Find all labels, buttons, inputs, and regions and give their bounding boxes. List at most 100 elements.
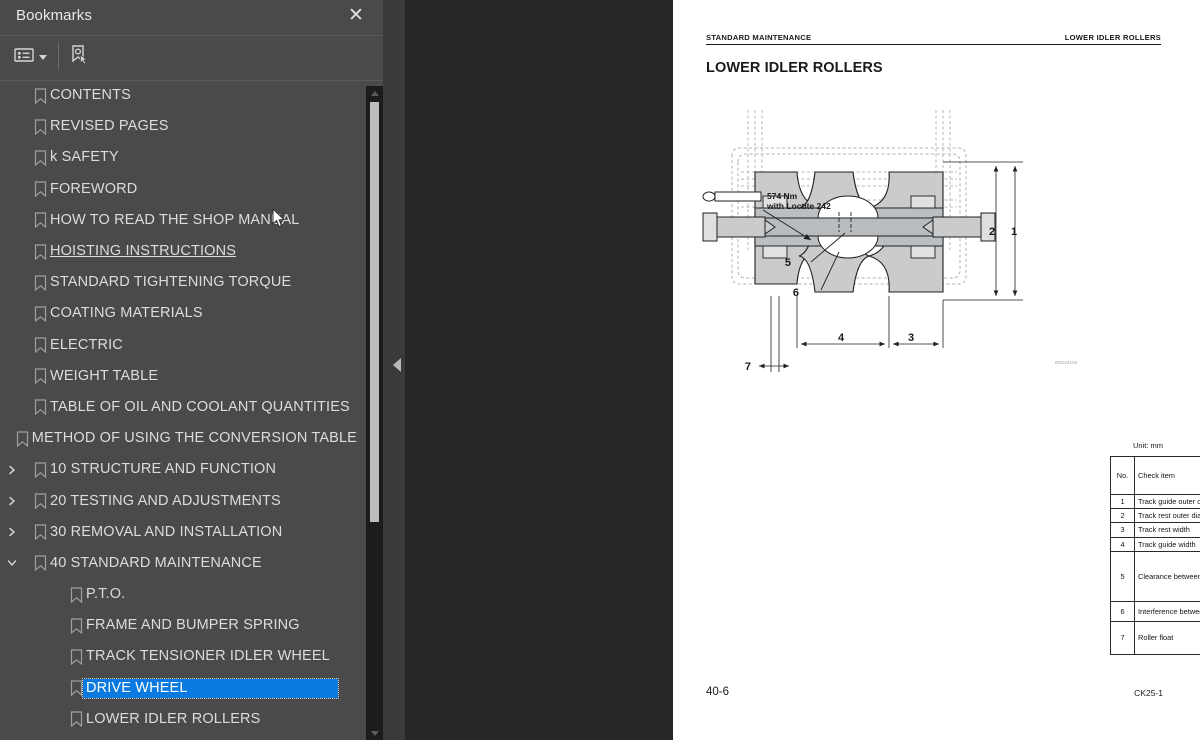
bookmark-item-contents[interactable]: CONTENTS	[0, 80, 360, 111]
bookmark-icon	[34, 87, 47, 104]
figure-callout-1: 1	[1011, 226, 1017, 238]
panel-splitter[interactable]	[389, 0, 405, 740]
row-item: Roller float	[1134, 621, 1200, 655]
bookmark-icon	[34, 150, 47, 166]
bookmark-item-frame-and-bumper-spring[interactable]: FRAME AND BUMPER SPRING	[0, 610, 360, 641]
bookmark-item-standard-tightening-torque[interactable]: STANDARD TIGHTENING TORQUE	[0, 267, 360, 298]
row-no: 3	[1110, 522, 1135, 538]
chevron-right-icon[interactable]	[4, 493, 20, 509]
pdf-reader-window: Bookmarks ✕ CONTENTS REVISED PAGES k SAF…	[0, 0, 1200, 740]
document-code: CK25-1	[1134, 688, 1163, 698]
bookmark-item-table-of-oil-and-coolant-quantities[interactable]: TABLE OF OIL AND COOLANT QUANTITIES	[0, 392, 360, 423]
bookmark-icon	[16, 431, 28, 447]
chevron-down-icon	[39, 54, 47, 60]
new-bookmark-icon	[68, 44, 90, 71]
bookmark-options-button[interactable]	[14, 42, 47, 72]
roller-cross-section-figure: 574 Nm with Loctite 242 5 6 1 2 3 4 7 RK…	[702, 110, 1078, 373]
bookmark-item-how-to-read-the-shop-manual[interactable]: HOW TO READ THE SHOP MANUAL	[0, 205, 360, 236]
bookmark-item-revised-pages[interactable]: REVISED PAGES	[0, 111, 360, 142]
table-group7-header: 7 Roller float Standard size Clearanceli…	[1110, 621, 1200, 655]
bookmark-icon	[34, 337, 47, 354]
bookmark-item-20-testing-and-adjustments[interactable]: 20 TESTING AND ADJUSTMENTS	[0, 485, 360, 516]
bookmarks-scrollbar[interactable]	[366, 86, 383, 740]
bookmark-item-30-removal-and-installation[interactable]: 30 REMOVAL AND INSTALLATION	[0, 517, 360, 548]
bookmark-item-10-structure-and-function[interactable]: 10 STRUCTURE AND FUNCTION	[0, 454, 360, 485]
th-check-item: Check item	[1134, 456, 1200, 495]
bookmark-item-label: FRAME AND BUMPER SPRING	[86, 617, 300, 634]
bookmarks-toolbar	[0, 36, 389, 81]
page-number: 40-6	[706, 686, 730, 698]
bookmark-icon	[34, 462, 47, 478]
bookmark-item-40-standard-maintenance[interactable]: 40 STANDARD MAINTENANCE	[0, 548, 360, 579]
pdf-viewer[interactable]: STANDARD MAINTENANCE LOWER IDLER ROLLERS…	[405, 0, 1200, 740]
bookmark-item-hoisting-instructions[interactable]: HOISTING INSTRUCTIONS	[0, 236, 360, 267]
bookmark-icon	[34, 212, 47, 229]
figure-callout-7: 7	[745, 361, 751, 373]
bookmark-item-k-safety[interactable]: k SAFETY	[0, 142, 360, 173]
bookmark-item-label: P.T.O.	[86, 586, 126, 603]
header-right-text: LOWER IDLER ROLLERS	[1064, 33, 1161, 42]
bookmark-item-method-of-using-the-conversion-table[interactable]: METHOD OF USING THE CONVERSION TABLE	[0, 423, 360, 454]
bookmark-item-label: 40 STANDARD MAINTENANCE	[50, 554, 262, 571]
row-no: 1	[1110, 493, 1135, 510]
row-item: Track rest outer diameter	[1134, 507, 1200, 524]
figure-callout-5: 5	[785, 257, 791, 269]
chevron-right-icon[interactable]	[4, 524, 20, 540]
bookmark-item-track-tensioner-idler-wheel[interactable]: TRACK TENSIONER IDLER WHEEL	[0, 641, 360, 672]
bookmark-item-foreword[interactable]: FOREWORD	[0, 174, 360, 205]
figure-torque-line1: 574 Nm	[767, 191, 798, 201]
close-icon[interactable]: ✕	[343, 3, 369, 29]
figure-callout-3: 3	[908, 332, 914, 344]
figure-torque-line2: with Loctite 242	[766, 201, 831, 211]
bookmark-item-weight-table[interactable]: WEIGHT TABLE	[0, 361, 360, 392]
row-no: 5	[1110, 550, 1135, 603]
bookmarks-list[interactable]: CONTENTS REVISED PAGES k SAFETY FOREWORD HOW…	[0, 80, 360, 740]
row-item: Track guide width	[1134, 536, 1200, 552]
bookmark-item-label: k SAFETY	[50, 149, 119, 166]
bookmark-item-label: 10 STRUCTURE AND FUNCTION	[50, 461, 277, 478]
bookmark-icon	[34, 368, 47, 385]
bookmark-icon	[70, 586, 83, 603]
row-item: Track rest width	[1134, 522, 1200, 538]
table-row: 1 Track guide outer diameter Reconstruct…	[1110, 493, 1200, 510]
mouse-cursor	[272, 208, 286, 228]
bookmark-item-label: CONTENTS	[50, 87, 131, 104]
bookmark-icon	[34, 555, 47, 572]
bookmark-item-electric[interactable]: ELECTRIC	[0, 330, 360, 361]
new-bookmark-button[interactable]	[68, 42, 90, 72]
scroll-up-icon[interactable]	[366, 86, 383, 100]
bookmarks-panel-title: Bookmarks	[16, 7, 92, 24]
scroll-down-icon[interactable]	[366, 726, 383, 740]
bookmark-icon	[34, 119, 47, 135]
bookmark-icon	[34, 493, 47, 510]
bookmark-item-label: LOWER IDLER ROLLERS	[86, 710, 261, 727]
bookmark-item-label: COATING MATERIALS	[50, 305, 203, 322]
bookmark-icon	[34, 275, 47, 291]
bookmark-item-p-t-o[interactable]: P.T.O.	[0, 579, 360, 610]
table-row: 6 Interference between bushing and rolle…	[1110, 601, 1200, 623]
collapse-left-icon[interactable]	[393, 358, 401, 372]
bookmark-item-label: FOREWORD	[50, 180, 138, 197]
bookmark-item-label: 20 TESTING AND ADJUSTMENTS	[50, 492, 281, 509]
row-no: 2	[1110, 507, 1135, 524]
bookmark-item-drive-wheel[interactable]: DRIVE WHEEL	[0, 673, 360, 704]
bookmark-item-label: HOW TO READ THE SHOP MANUAL	[50, 211, 300, 228]
page-running-header: STANDARD MAINTENANCE LOWER IDLER ROLLERS	[706, 33, 1161, 45]
bookmark-item-coating-materials[interactable]: COATING MATERIALS	[0, 298, 360, 329]
row-item: Interference between bushing and roller	[1134, 601, 1200, 623]
bookmark-icon	[34, 306, 47, 322]
scrollbar-thumb[interactable]	[370, 102, 379, 522]
chevron-right-icon[interactable]	[4, 462, 20, 478]
th-no: No.	[1110, 456, 1135, 495]
bookmark-item-lower-idler-rollers[interactable]: LOWER IDLER ROLLERS	[0, 704, 360, 735]
row-no: 4	[1110, 536, 1135, 552]
bookmark-icon	[70, 680, 83, 697]
page-title: LOWER IDLER ROLLERS	[706, 60, 883, 76]
bookmark-item-label: HOISTING INSTRUCTIONS	[50, 243, 237, 260]
bookmark-icon	[34, 399, 47, 416]
bookmark-icon	[34, 524, 47, 541]
table-unit-note: Unit: mm	[1133, 441, 1163, 450]
toolbar-divider	[58, 42, 59, 70]
bookmark-icon	[70, 711, 83, 728]
chevron-down-icon[interactable]	[4, 555, 20, 571]
